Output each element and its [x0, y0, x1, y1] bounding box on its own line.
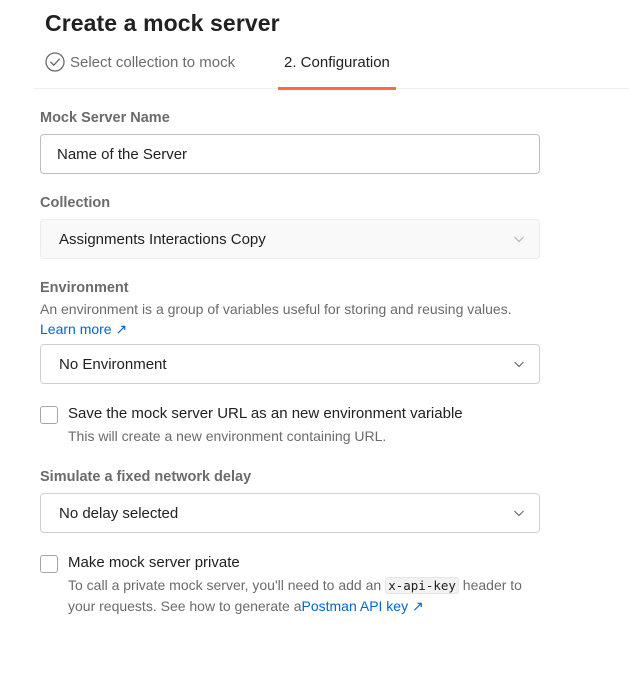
step-label: Select collection to mock — [70, 53, 236, 71]
chevron-down-icon — [514, 361, 524, 368]
check-circle-icon — [45, 52, 65, 72]
api-key-code: x-api-key — [385, 577, 459, 594]
save-url-option: Save the mock server URL as an new envir… — [40, 405, 463, 446]
chevron-down-icon — [514, 236, 524, 243]
save-url-label[interactable]: Save the mock server URL as an new envir… — [68, 405, 463, 422]
postman-api-key-link[interactable]: Postman API key ↗ — [301, 598, 423, 614]
stepper: Select collection to mock 2. Configurati… — [34, 48, 629, 90]
collection-select[interactable]: Assignments Interactions Copy — [40, 219, 540, 259]
learn-more-link[interactable]: Learn more ↗ — [40, 321, 127, 337]
private-label[interactable]: Make mock server private — [68, 554, 538, 571]
page-title: Create a mock server — [45, 10, 280, 36]
delay-select[interactable]: No delay selected — [40, 493, 540, 533]
private-option: Make mock server private To call a priva… — [40, 554, 538, 616]
private-checkbox[interactable] — [40, 555, 58, 573]
environment-value: No Environment — [59, 355, 167, 373]
collection-label: Collection — [40, 195, 111, 211]
environment-select[interactable]: No Environment — [40, 344, 540, 384]
environment-label: Environment — [40, 280, 129, 296]
step-configuration[interactable]: 2. Configuration — [278, 48, 396, 90]
mock-server-name-label: Mock Server Name — [40, 110, 170, 126]
mock-server-name-value: Name of the Server — [57, 145, 188, 163]
step-select-collection[interactable]: Select collection to mock — [45, 52, 235, 72]
private-help: To call a private mock server, you'll ne… — [68, 577, 522, 614]
mock-server-name-input[interactable]: Name of the Server — [40, 134, 540, 174]
save-url-checkbox[interactable] — [40, 406, 58, 424]
delay-value: No delay selected — [59, 504, 179, 522]
delay-label: Simulate a fixed network delay — [40, 469, 252, 485]
chevron-down-icon — [514, 510, 524, 517]
collection-value: Assignments Interactions Copy — [59, 230, 266, 248]
save-url-help: This will create a new environment conta… — [68, 428, 387, 444]
environment-help: An environment is a group of variables u… — [40, 301, 512, 317]
